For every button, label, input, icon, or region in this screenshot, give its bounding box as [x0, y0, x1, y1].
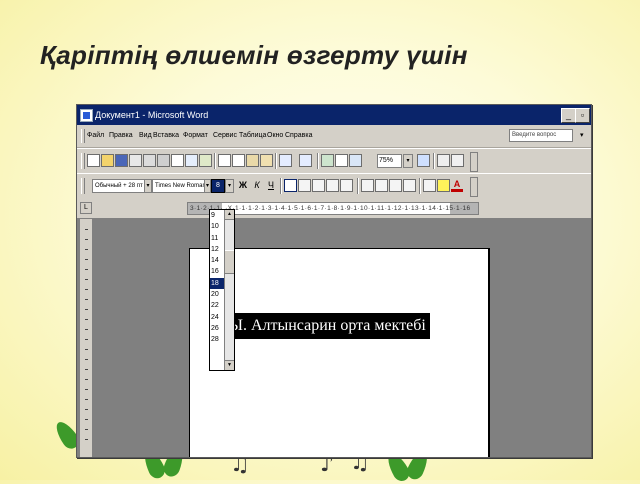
- font-size-dropdown-list[interactable]: 9 10 11 12 14 16 18 20 22 24 26 28 ▲ ▼: [209, 209, 235, 371]
- undo-icon[interactable]: [279, 154, 292, 167]
- toolbar-separator: [214, 153, 216, 169]
- dropdown-scrollbar[interactable]: ▲ ▼: [224, 210, 234, 370]
- word-window: Документ1 - Microsoft Word _ ▫ Файл Прав…: [76, 104, 592, 458]
- menu-help[interactable]: Справка: [285, 132, 312, 139]
- standard-toolbar: 75% ▾: [77, 148, 591, 174]
- numbering-icon[interactable]: [361, 179, 374, 192]
- font-size-options: 9 10 11 12 14 16 18 20 22 24 26 28: [210, 210, 224, 346]
- menu-bar: Файл Правка Вид Вставка Формат Сервис Та…: [77, 125, 591, 148]
- slide-title: Қаріптің өлшемін өзгерту үшін: [40, 40, 468, 70]
- open-folder-icon[interactable]: [101, 154, 114, 167]
- menu-table[interactable]: Таблица: [239, 132, 266, 139]
- zoom-dropdown-arrow[interactable]: ▾: [403, 154, 413, 168]
- print-icon[interactable]: [157, 154, 170, 167]
- help-icon[interactable]: [417, 154, 430, 167]
- window-title: Документ1 - Microsoft Word: [95, 110, 209, 120]
- font-size-dropdown-arrow[interactable]: ▾: [225, 179, 234, 193]
- font-size-field[interactable]: 8: [211, 179, 225, 193]
- read-mode-icon[interactable]: [437, 154, 450, 167]
- scrollbar-thumb[interactable]: [225, 250, 234, 274]
- help-question-input[interactable]: Введите вопрос: [509, 129, 573, 142]
- font-size-option[interactable]: 26: [210, 323, 224, 334]
- formatting-toolbar: Обычный + 28 пт ▾ Times New Roman ▾ 8 ▾ …: [77, 173, 591, 199]
- menu-tools[interactable]: Сервис: [213, 132, 237, 139]
- menu-insert[interactable]: Вставка: [153, 132, 179, 139]
- toolbar-separator: [419, 178, 421, 194]
- borders-icon[interactable]: [423, 179, 436, 192]
- word-app-icon: [80, 109, 93, 122]
- underline-button[interactable]: Ч: [265, 179, 277, 192]
- tables-borders-icon[interactable]: [335, 154, 348, 167]
- font-size-option[interactable]: 16: [210, 266, 224, 277]
- show-hide-icon[interactable]: [451, 154, 464, 167]
- spelling-icon[interactable]: [185, 154, 198, 167]
- menu-file[interactable]: Файл: [87, 132, 104, 139]
- line-spacing-icon[interactable]: [340, 179, 353, 192]
- toolbar-options-button[interactable]: [470, 152, 478, 172]
- font-name-field[interactable]: Times New Roman: [152, 179, 208, 193]
- style-field[interactable]: Обычный + 28 пт: [92, 179, 146, 193]
- selected-document-text[interactable]: Ы. Алтынсарин орта мектебі: [225, 313, 430, 339]
- redo-icon[interactable]: [299, 154, 312, 167]
- insert-table-icon[interactable]: [349, 154, 362, 167]
- font-size-option[interactable]: 24: [210, 312, 224, 323]
- menu-view[interactable]: Вид: [139, 132, 152, 139]
- format-painter-icon[interactable]: [260, 154, 273, 167]
- email-icon[interactable]: [143, 154, 156, 167]
- minimize-button[interactable]: _: [561, 108, 576, 123]
- tab-selector[interactable]: L: [80, 202, 92, 214]
- font-size-option[interactable]: 12: [210, 244, 224, 255]
- restore-button[interactable]: ▫: [575, 108, 590, 123]
- paste-icon[interactable]: [246, 154, 259, 167]
- font-size-option[interactable]: 20: [210, 289, 224, 300]
- align-left-icon[interactable]: [284, 179, 297, 192]
- new-document-icon[interactable]: [87, 154, 100, 167]
- justify-icon[interactable]: [326, 179, 339, 192]
- save-icon[interactable]: [115, 154, 128, 167]
- menubar-grip[interactable]: [81, 129, 85, 143]
- toolbar-separator: [280, 178, 282, 194]
- font-size-option[interactable]: 11: [210, 233, 224, 244]
- font-color-button[interactable]: A: [451, 179, 463, 192]
- highlight-icon[interactable]: [437, 179, 450, 192]
- research-icon[interactable]: [199, 154, 212, 167]
- scroll-up-arrow-icon[interactable]: ▲: [225, 210, 234, 220]
- zoom-field[interactable]: 75%: [377, 154, 402, 168]
- align-center-icon[interactable]: [298, 179, 311, 192]
- toolbar-separator: [433, 153, 435, 169]
- cut-icon[interactable]: [218, 154, 231, 167]
- font-dropdown-arrow[interactable]: ▾: [204, 179, 211, 193]
- font-size-option[interactable]: 22: [210, 300, 224, 311]
- bullets-icon[interactable]: [375, 179, 388, 192]
- increase-indent-icon[interactable]: [403, 179, 416, 192]
- decrease-indent-icon[interactable]: [389, 179, 402, 192]
- chevron-down-icon[interactable]: ▾: [580, 131, 584, 139]
- toolbar-grip[interactable]: [81, 178, 85, 194]
- toolbar-grip[interactable]: [81, 153, 85, 169]
- bold-button[interactable]: Ж: [237, 179, 249, 192]
- print-preview-icon[interactable]: [171, 154, 184, 167]
- italic-button[interactable]: К: [251, 179, 263, 192]
- font-size-option-selected[interactable]: 18: [210, 277, 224, 290]
- hyperlink-icon[interactable]: [321, 154, 334, 167]
- align-right-icon[interactable]: [312, 179, 325, 192]
- window-titlebar[interactable]: Документ1 - Microsoft Word _ ▫: [77, 105, 591, 125]
- permission-icon[interactable]: [129, 154, 142, 167]
- style-dropdown-arrow[interactable]: ▾: [144, 179, 152, 193]
- scroll-down-arrow-icon[interactable]: ▼: [225, 360, 234, 370]
- toolbar-options-button[interactable]: [470, 177, 478, 197]
- font-size-option[interactable]: 10: [210, 221, 224, 232]
- copy-icon[interactable]: [232, 154, 245, 167]
- vertical-ruler[interactable]: [80, 219, 93, 457]
- menu-window[interactable]: Окно: [267, 132, 283, 139]
- menu-format[interactable]: Формат: [183, 132, 208, 139]
- font-size-option[interactable]: 9: [210, 210, 224, 221]
- menu-edit[interactable]: Правка: [109, 132, 133, 139]
- toolbar-separator: [317, 153, 319, 169]
- font-size-option[interactable]: 14: [210, 255, 224, 266]
- font-size-option[interactable]: 28: [210, 334, 224, 345]
- toolbar-separator: [357, 178, 359, 194]
- toolbar-separator: [275, 153, 277, 169]
- horizontal-ruler-row: L 3·1·2·1·1· ·X·1·1·1·2·1·3·1·4·1·5·1·6·…: [77, 198, 591, 219]
